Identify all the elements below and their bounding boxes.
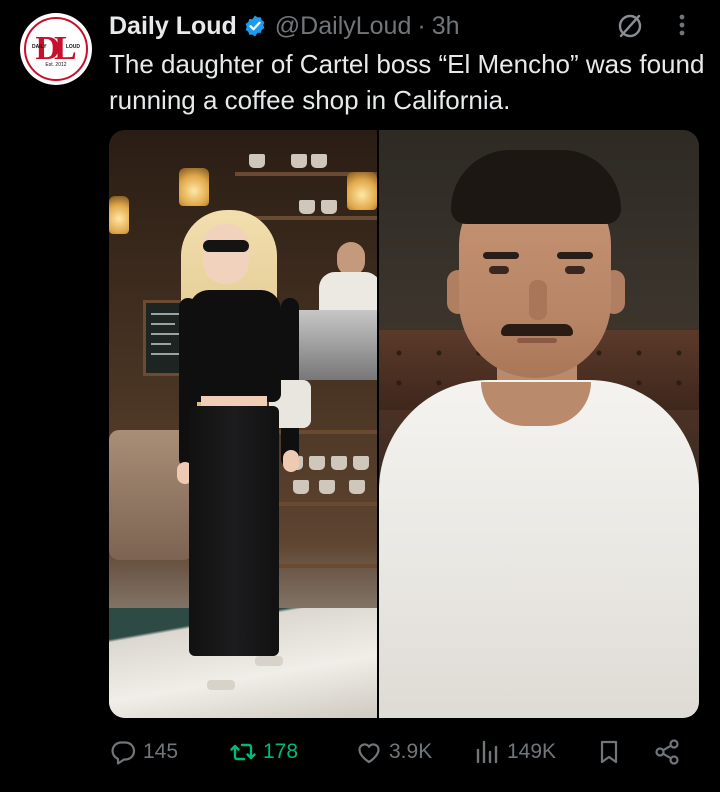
woman-hand	[283, 450, 299, 472]
action-bar: 145 178 3.9K 149K	[109, 732, 689, 772]
share-button[interactable]	[653, 732, 681, 772]
cup	[311, 154, 327, 168]
cup	[309, 456, 325, 470]
views-count: 149K	[507, 740, 557, 763]
man-brow	[483, 252, 519, 259]
man-eye	[489, 266, 509, 274]
logo-est: Est. 2012	[45, 62, 67, 68]
man-eye	[565, 266, 585, 274]
man-mustache	[501, 324, 573, 336]
cup	[349, 480, 365, 494]
espresso-machine	[299, 310, 377, 380]
shelf	[279, 502, 377, 506]
cup	[319, 480, 335, 494]
shelf	[279, 564, 377, 568]
wall-lamp	[109, 196, 129, 234]
views-icon	[476, 740, 498, 764]
reply-button[interactable]: 145	[109, 732, 178, 772]
like-count: 3.9K	[389, 740, 433, 763]
woman-face	[203, 224, 249, 284]
repost-count: 178	[263, 740, 299, 763]
like-button[interactable]: 3.9K	[355, 732, 432, 772]
pendant-lamp	[347, 172, 377, 210]
sunglasses	[203, 240, 249, 252]
reply-count: 145	[143, 740, 179, 763]
bookmark-icon	[600, 740, 618, 764]
handle[interactable]: @DailyLoud	[275, 12, 412, 41]
man-mouth	[517, 338, 557, 343]
cup	[353, 456, 369, 470]
barista	[319, 242, 377, 316]
cup	[291, 154, 307, 168]
repost-button[interactable]: 178	[229, 732, 298, 772]
tweet-text: The daughter of Cartel boss “El Mencho” …	[109, 49, 705, 115]
man-portrait-photo[interactable]	[379, 130, 699, 718]
shoe	[255, 656, 283, 666]
pendant-lamp	[179, 168, 209, 206]
heart-icon	[358, 743, 380, 764]
daily-loud-logo: DAILY DL LOUD Est. 2012	[24, 17, 88, 81]
woman-top	[189, 290, 281, 402]
verified-badge-icon[interactable]	[243, 14, 267, 38]
cup	[331, 456, 347, 470]
repost-icon	[230, 743, 256, 761]
views-button[interactable]: 149K	[473, 732, 556, 772]
grok-icon[interactable]	[616, 12, 644, 40]
cup	[249, 154, 265, 168]
tweet-header: Daily Loud @DailyLoud · 3h	[109, 8, 700, 44]
separator-dot: ·	[417, 11, 426, 40]
logo-word-right: LOUD	[65, 44, 80, 50]
share-icon	[655, 739, 679, 765]
coffee-shop-photo[interactable]	[109, 130, 377, 718]
media-grid[interactable]	[109, 130, 699, 718]
reply-icon	[111, 741, 136, 765]
avatar[interactable]: DAILY DL LOUD Est. 2012	[20, 13, 92, 85]
woman-pants	[189, 406, 279, 656]
cup	[299, 200, 315, 214]
logo-word-left: DAILY	[32, 44, 47, 50]
cup	[293, 480, 309, 494]
man-nose	[529, 280, 547, 320]
shoe	[207, 680, 235, 690]
more-icon[interactable]	[668, 10, 696, 40]
timestamp[interactable]: 3h	[432, 12, 460, 41]
cup	[321, 200, 337, 214]
display-name[interactable]: Daily Loud	[109, 12, 237, 41]
man-brow	[557, 252, 593, 259]
man-hair	[451, 150, 621, 224]
white-tshirt	[379, 380, 699, 718]
bookmark-button[interactable]	[595, 732, 623, 772]
